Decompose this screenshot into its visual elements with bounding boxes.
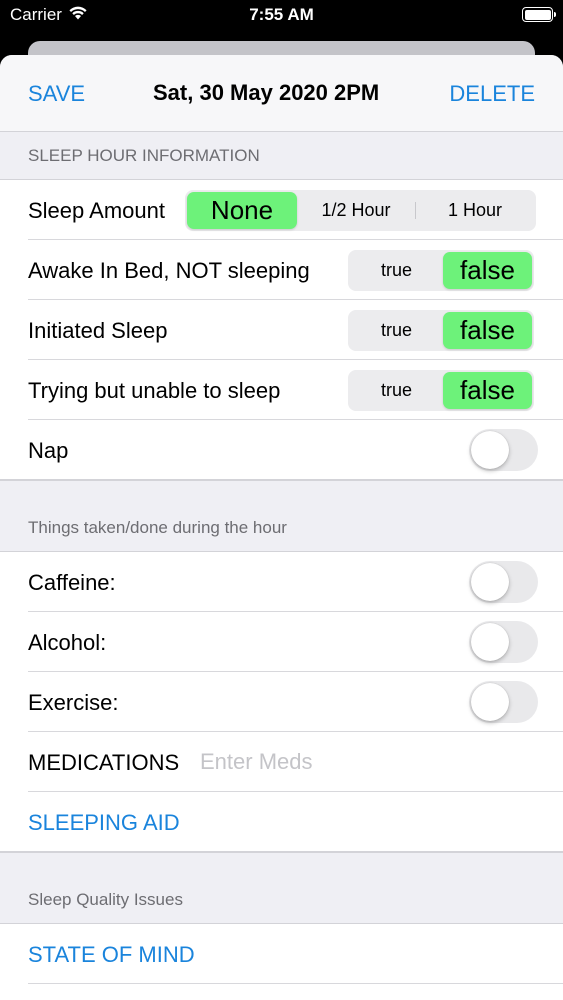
trying-unable-segmented-control: true false (348, 370, 534, 411)
sleep-quality-group: STATE OF MIND (0, 923, 563, 1000)
page-title: Sat, 30 May 2020 2PM (153, 80, 380, 105)
state-of-mind-row[interactable]: STATE OF MIND (0, 924, 563, 984)
sleep-hour-group: Sleep Amount None 1/2 Hour 1 Hour Awake … (0, 179, 563, 480)
initiated-sleep-option-false[interactable]: false (443, 312, 532, 349)
state-of-mind-button[interactable]: STATE OF MIND (28, 942, 195, 968)
sleep-amount-option-none[interactable]: None (187, 192, 297, 229)
trying-unable-label: Trying but unable to sleep (28, 378, 281, 403)
initiated-sleep-segmented-control: true false (348, 310, 534, 351)
exercise-label: Exercise: (28, 690, 119, 715)
exercise-row: Exercise: (0, 672, 563, 732)
things-taken-group: Caffeine: Alcohol: Exercise: MEDICATIONS (0, 551, 563, 852)
toggle-knob (471, 683, 509, 721)
caffeine-toggle[interactable] (469, 561, 538, 603)
section-header-label: SLEEP HOUR INFORMATION (28, 146, 260, 165)
delete-button[interactable]: DELETE (449, 81, 535, 107)
awake-in-bed-option-false[interactable]: false (443, 252, 532, 289)
sleep-amount-label: Sleep Amount (28, 198, 165, 223)
trying-unable-option-true[interactable]: true (350, 372, 443, 409)
section-header-things-taken: Things taken/done during the hour (0, 480, 563, 551)
toggle-knob (471, 623, 509, 661)
status-bar: Carrier 7:55 AM (0, 0, 563, 30)
awake-in-bed-segmented-control: true false (348, 250, 534, 291)
initiated-sleep-label: Initiated Sleep (28, 318, 168, 343)
awake-in-bed-row: Awake In Bed, NOT sleeping true false (0, 240, 563, 300)
sleeping-aid-button[interactable]: SLEEPING AID (28, 810, 180, 836)
section-header-sleep-hour: SLEEP HOUR INFORMATION (0, 132, 563, 179)
initiated-sleep-row: Initiated Sleep true false (0, 300, 563, 360)
sleep-amount-option-one-hour[interactable]: 1 Hour (416, 192, 534, 229)
medications-input[interactable] (200, 748, 530, 776)
awake-in-bed-label: Awake In Bed, NOT sleeping (28, 258, 310, 283)
row-separator (28, 983, 563, 984)
battery-level (524, 9, 551, 20)
section-header-label: Things taken/done during the hour (28, 518, 287, 537)
sleep-amount-option-half-hour[interactable]: 1/2 Hour (297, 192, 415, 229)
trying-unable-option-false[interactable]: false (443, 372, 532, 409)
toggle-knob (471, 431, 509, 469)
nap-toggle[interactable] (469, 429, 538, 471)
status-time: 7:55 AM (249, 5, 314, 24)
nap-row: Nap (0, 420, 563, 480)
medications-row: MEDICATIONS (0, 732, 563, 792)
nav-bar: SAVE Sat, 30 May 2020 2PM DELETE (0, 55, 563, 132)
exercise-toggle[interactable] (469, 681, 538, 723)
save-button[interactable]: SAVE (28, 81, 85, 107)
sleeping-aid-row[interactable]: SLEEPING AID (0, 792, 563, 852)
sleep-amount-row: Sleep Amount None 1/2 Hour 1 Hour (0, 180, 563, 240)
alcohol-label: Alcohol: (28, 630, 107, 655)
medications-label: MEDICATIONS (28, 750, 180, 775)
sleep-amount-segmented-control: None 1/2 Hour 1 Hour (185, 190, 536, 231)
toggle-knob (471, 563, 509, 601)
entry-sheet: SAVE Sat, 30 May 2020 2PM DELETE SLEEP H… (0, 55, 563, 1000)
awake-in-bed-option-true[interactable]: true (350, 252, 443, 289)
caffeine-label: Caffeine: (28, 570, 116, 595)
alcohol-toggle[interactable] (469, 621, 538, 663)
nap-label: Nap (28, 438, 69, 463)
section-header-label: Sleep Quality Issues (28, 890, 183, 909)
caffeine-row: Caffeine: (0, 552, 563, 612)
battery-icon (522, 7, 556, 22)
section-header-sleep-quality: Sleep Quality Issues (0, 852, 563, 923)
alcohol-row: Alcohol: (0, 612, 563, 672)
trying-unable-row: Trying but unable to sleep true false (0, 360, 563, 420)
initiated-sleep-option-true[interactable]: true (350, 312, 443, 349)
